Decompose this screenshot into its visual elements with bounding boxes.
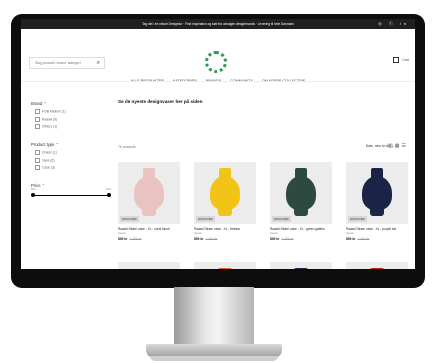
screen: Tag del i en virtuel Designtur · Find in… (21, 19, 415, 269)
product-name[interactable]: Raawii Strøm vase - XL - coral blush (118, 227, 180, 231)
product-image[interactable]: DISCOVER (270, 162, 332, 224)
product-brand: Raawii (118, 232, 126, 235)
product-price: 800 kr 1 400 kr (270, 237, 294, 241)
product-image[interactable] (194, 262, 256, 269)
filter-brand: Brand ⌃ FOB Melkim (1) Raawii (6) Others… (31, 101, 111, 129)
slider-handle-min[interactable] (31, 193, 35, 197)
vase-image (294, 268, 308, 269)
monitor-stand-neck (174, 287, 254, 347)
vase-image (286, 168, 316, 218)
slider-track (33, 195, 109, 196)
vase-image (142, 268, 156, 269)
vase-image (362, 168, 392, 218)
vase-image (370, 268, 384, 269)
product-badge: DISCOVER (120, 216, 139, 222)
filter-option[interactable]: Others (1) (35, 124, 111, 129)
product-image[interactable] (270, 262, 332, 269)
slider-handle-max[interactable] (107, 193, 111, 197)
product-price: 800 kr 1 400 kr (346, 237, 370, 241)
bag-icon (393, 57, 400, 63)
product-price: 800 kr 1 400 kr (118, 237, 142, 241)
filter-sidebar: Brand ⌃ FOB Melkim (1) Raawii (6) Others… (31, 101, 111, 213)
product-card[interactable]: DISCOVER Raawii Strøm vase - XL - coral … (118, 162, 180, 241)
monitor-base-shadow (150, 356, 278, 361)
product-card[interactable]: DISCOVER Raawii Strøm vase - XL - green … (270, 162, 332, 241)
filter-option[interactable]: Vase (6) (35, 158, 111, 163)
header-divider (21, 81, 415, 82)
product-brand: Raawii (270, 232, 278, 235)
filter-price: Price ⌃ 0 kr 0 kr (31, 183, 111, 200)
product-count: 76 products (118, 145, 136, 149)
filter-option[interactable]: FOB Melkim (1) (35, 109, 111, 114)
page-title: Se de nyeste designvaser her på siden (118, 99, 203, 104)
announcement-text: Tag del i en virtuel Designtur · Find in… (142, 22, 294, 26)
price-slider[interactable]: 0 kr 0 kr (31, 187, 111, 200)
product-name[interactable]: Raawii Strøm vase - XL - freesia (194, 227, 256, 231)
search-input[interactable]: Søg produkt, brand, kategori ⌕ (29, 57, 105, 69)
product-card[interactable] (118, 262, 180, 269)
price-min-label: 0 kr (31, 187, 37, 191)
filter-option[interactable]: Case (3) (35, 165, 111, 170)
product-card[interactable]: DISCOVER Raawii Strøm vase - XL - purple… (346, 162, 408, 241)
product-image[interactable] (346, 262, 408, 269)
filter-price-title[interactable]: Price ⌃ (31, 183, 111, 188)
product-name[interactable]: Raawii Strøm vase - XL - green gables (270, 227, 332, 231)
vase-image (210, 168, 240, 218)
filter-product-type-title[interactable]: Product type ⌃ (31, 142, 111, 147)
product-image[interactable]: DISCOVER (346, 162, 408, 224)
vase-image (134, 168, 164, 218)
filter-option[interactable]: Chairs (1) (35, 150, 111, 155)
product-card[interactable] (346, 262, 408, 269)
product-price: 800 kr 1 400 kr (194, 237, 218, 241)
filter-brand-title[interactable]: Brand ⌃ (31, 101, 111, 106)
site-logo[interactable] (205, 51, 227, 73)
cart-button[interactable]: Cart (393, 57, 409, 63)
product-brand: Raawii (346, 232, 354, 235)
product-card[interactable] (194, 262, 256, 269)
product-image[interactable]: DISCOVER (118, 162, 180, 224)
price-max-label: 0 kr (105, 187, 111, 191)
product-name[interactable]: Raawii Strøm vase - XL - purple set (346, 227, 408, 231)
product-brand: Raawii (194, 232, 202, 235)
product-image[interactable]: DISCOVER (194, 162, 256, 224)
product-badge: DISCOVER (348, 216, 367, 222)
announcement-bar: Tag del i en virtuel Designtur · Find in… (21, 19, 415, 29)
social-icons[interactable]: ◎ ⓕ in (378, 19, 409, 29)
product-listing: Se de nyeste designvaser her på siden 76… (118, 99, 408, 269)
search-placeholder: Søg produkt, brand, kategori (35, 61, 81, 65)
product-badge: DISCOVER (272, 216, 291, 222)
product-card[interactable] (270, 262, 332, 269)
cart-label: Cart (402, 57, 409, 62)
vase-image (218, 268, 232, 269)
filter-product-type: Product type ⌃ Chairs (1) Vase (6) Case … (31, 142, 111, 170)
product-image[interactable] (118, 262, 180, 269)
product-card[interactable]: DISCOVER Raawii Strøm vase - XL - freesi… (194, 162, 256, 241)
filter-option[interactable]: Raawii (6) (35, 117, 111, 122)
product-badge: DISCOVER (196, 216, 215, 222)
search-icon[interactable]: ⌕ (97, 59, 100, 68)
site-header: Søg produkt, brand, kategori ⌕ Cart ALLE… (21, 29, 415, 83)
view-toggle-icons[interactable]: ▥▦☰ (388, 143, 408, 149)
